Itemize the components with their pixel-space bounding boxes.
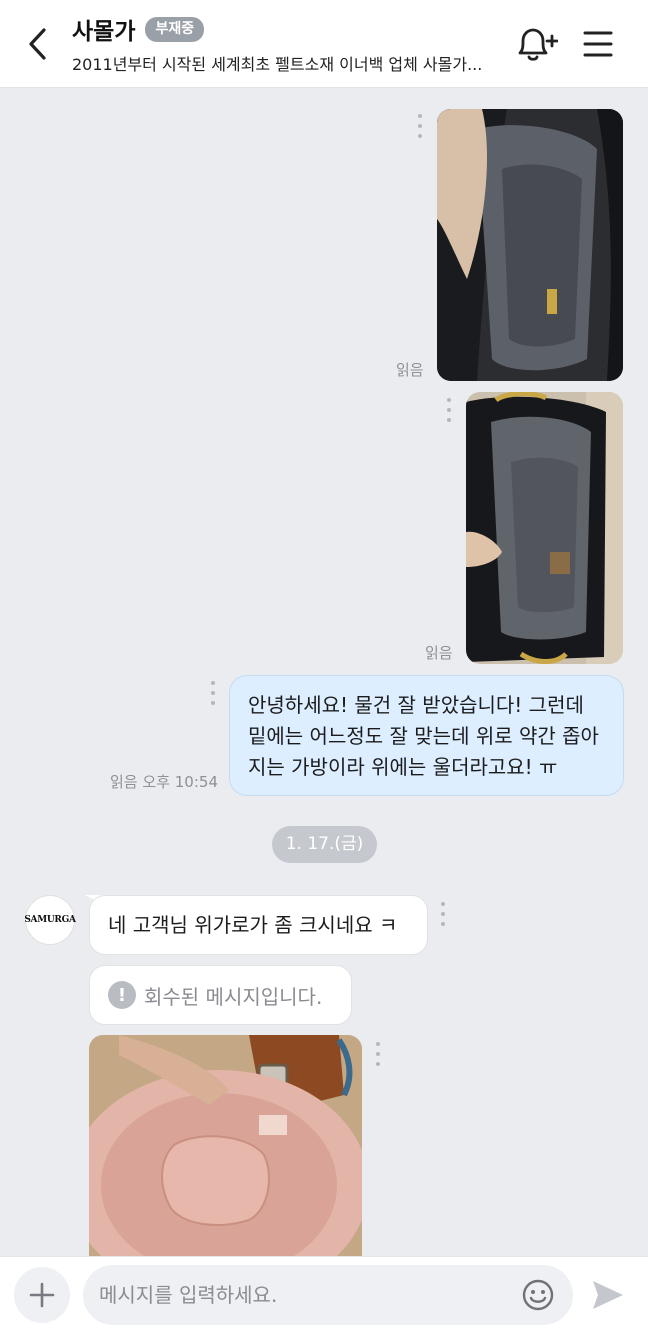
avatar[interactable]: SAMURGA: [24, 895, 76, 945]
received-photo[interactable]: [89, 1035, 362, 1256]
back-button[interactable]: [22, 24, 58, 64]
outgoing-message-bubble[interactable]: 안녕하세요! 물건 잘 받았습니다! 그런데 밑에는 어느정도 잘 맞는데 위로…: [229, 675, 624, 796]
message-time: 오후 10:54: [142, 773, 218, 791]
read-receipt: 읽음: [425, 644, 453, 662]
pink-insert-photo: [89, 1035, 362, 1256]
send-button[interactable]: [590, 1278, 626, 1312]
read-receipt: 읽음: [110, 773, 138, 791]
read-receipt: 읽음: [396, 361, 424, 379]
exclamation-icon: !: [108, 981, 136, 1009]
hamburger-menu-icon: [583, 31, 613, 57]
emoji-icon: [522, 1279, 554, 1311]
sent-photo-1[interactable]: [437, 109, 623, 381]
plus-icon: [29, 1282, 55, 1308]
send-icon: [593, 1281, 623, 1309]
chat-messages-area[interactable]: 읽음 읽음 읽음 오후 10:54 안녕하세요! 물건 잘 받았습니다! 그런데…: [0, 89, 648, 1256]
incoming-message-bubble[interactable]: 네 고객님 위가로가 좀 크시네요 ㅋ: [89, 895, 428, 955]
menu-button[interactable]: [582, 28, 614, 60]
title-row: 사몰가 부재중: [72, 12, 205, 46]
emoji-button[interactable]: [521, 1278, 555, 1312]
chat-title: 사몰가: [72, 19, 136, 45]
bell-plus-icon: [518, 28, 559, 61]
bag-interior-photo: [466, 392, 623, 664]
message-options-icon[interactable]: [415, 114, 425, 142]
back-arrow-icon: [29, 28, 46, 60]
status-badge: 부재중: [145, 16, 205, 42]
bag-interior-photo: [437, 109, 623, 381]
message-input[interactable]: [83, 1265, 573, 1325]
attach-button[interactable]: [14, 1267, 70, 1323]
message-options-icon[interactable]: [444, 398, 454, 426]
recalled-message-text: 회수된 메시지입니다.: [144, 984, 323, 1009]
chat-subtitle: 2011년부터 시작된 세계최초 펠트소재 이너백 업체 사몰가...: [72, 55, 483, 74]
message-options-icon[interactable]: [373, 1042, 383, 1070]
message-options-icon[interactable]: [438, 902, 448, 930]
notification-add-button[interactable]: [514, 24, 559, 64]
message-options-icon[interactable]: [208, 681, 218, 709]
date-separator: 1. 17.(금): [272, 826, 377, 863]
avatar-logo-text: SAMURGA: [24, 915, 76, 925]
sent-photo-2[interactable]: [466, 392, 623, 664]
message-meta: 읽음 오후 10:54: [110, 771, 218, 792]
message-input-bar: [0, 1256, 648, 1334]
recalled-message-bubble: ! 회수된 메시지입니다.: [89, 965, 352, 1025]
chat-header: 사몰가 부재중 2011년부터 시작된 세계최초 펠트소재 이너백 업체 사몰가…: [0, 0, 648, 88]
